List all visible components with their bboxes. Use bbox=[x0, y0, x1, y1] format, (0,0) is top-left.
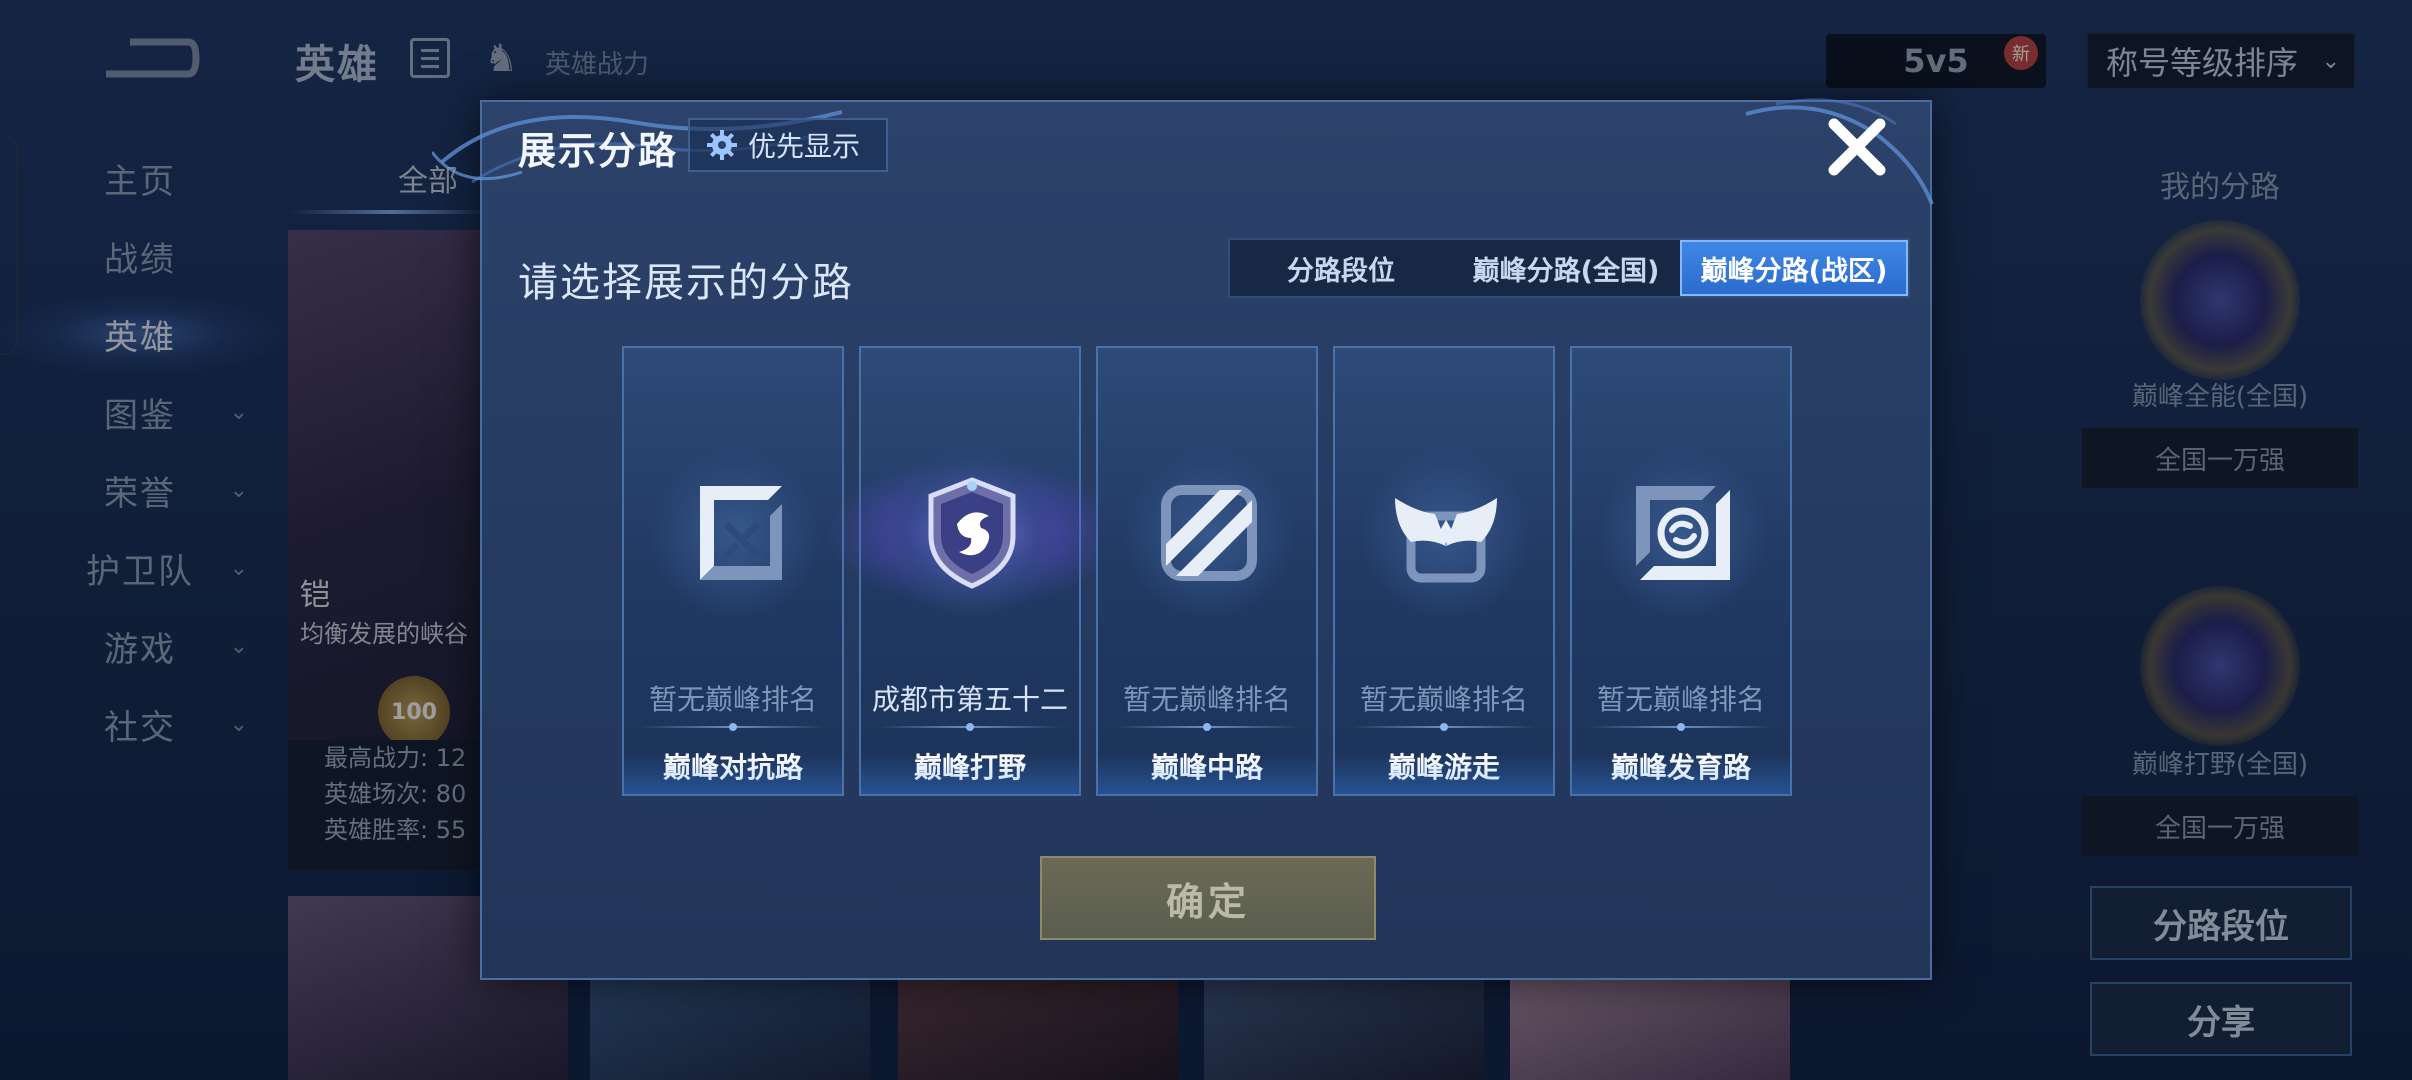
lane-name: 巅峰打野(全国) bbox=[2131, 750, 2309, 780]
tab-lane-rank[interactable]: 分路段位 bbox=[1230, 240, 1452, 296]
lane-card-jungle[interactable]: 成都市第五十二 巅峰打野 bbox=[825, 346, 1125, 796]
lane-list: 暂无巅峰排名 巅峰对抗路 成都市第五十二 巅峰打野 bbox=[622, 346, 1792, 796]
jungle-dragon-emblem bbox=[928, 477, 1016, 589]
emblem-backdrop bbox=[1598, 448, 1768, 618]
lane-card-clash[interactable]: 暂无巅峰排名 巅峰对抗路 bbox=[622, 346, 844, 796]
dialog-subtitle: 请选择展示的分路 bbox=[518, 260, 854, 306]
sidebar-item-guard[interactable]: 护卫队 ⌄ bbox=[0, 528, 280, 608]
chevron-down-icon: ⌄ bbox=[229, 555, 250, 581]
my-lanes-panel: 我的分路 巅峰全能(全国) 全国一万强 巅峰打野(全国) 全国一万强 分路段位 … bbox=[2080, 140, 2360, 1080]
lane-card-farm[interactable]: 暂无巅峰排名 巅峰发育路 bbox=[1570, 346, 1792, 796]
divider bbox=[877, 723, 1063, 731]
hero-stats: 最高战力: 12 英雄场次: 80 英雄胜率: 55 bbox=[288, 740, 488, 870]
close-button[interactable] bbox=[1824, 114, 1890, 180]
display-lane-dialog: 展示分路 优先显示 请选择展示的分路 分路段位 巅峰分路(全国) 巅峰分路(战区… bbox=[432, 98, 1934, 980]
chevron-down-icon: ⌄ bbox=[229, 399, 250, 425]
dialog-title: 展示分路 bbox=[518, 129, 679, 173]
sidebar-item-label: 图鉴 bbox=[104, 395, 176, 436]
jungle-emblem-icon bbox=[2140, 586, 2300, 746]
chevron-down-icon: ⌄ bbox=[229, 711, 250, 737]
card-glow bbox=[861, 754, 1079, 794]
tab-peak-lane-region[interactable]: 巅峰分路(战区) bbox=[1680, 240, 1908, 296]
sidebar-item-record[interactable]: 战绩 bbox=[0, 216, 280, 296]
lane-type-tabs: 分路段位 巅峰分路(全国) 巅峰分路(战区) bbox=[1228, 238, 1910, 298]
close-icon bbox=[1828, 118, 1886, 176]
hero-stat: 英雄胜率: 55 bbox=[324, 816, 467, 844]
clash-lane-icon bbox=[700, 486, 782, 580]
sidebar-item-label: 战绩 bbox=[104, 239, 176, 280]
share-button[interactable]: 分享 bbox=[2090, 982, 2352, 1056]
chevron-down-icon: ⌄ bbox=[229, 477, 250, 503]
lane-card-mid[interactable]: 暂无巅峰排名 巅峰中路 bbox=[1096, 346, 1318, 796]
card-glow bbox=[1572, 754, 1790, 794]
sidebar-item-games[interactable]: 游戏 ⌄ bbox=[0, 606, 280, 686]
emblem-backdrop bbox=[650, 448, 820, 618]
sidebar-item-label: 英雄 bbox=[104, 317, 176, 358]
sidebar-item-label: 游戏 bbox=[104, 629, 176, 670]
hero-stat: 英雄场次: 80 bbox=[324, 780, 467, 808]
sidebar-item-honor[interactable]: 荣誉 ⌄ bbox=[0, 450, 280, 530]
chevron-down-icon: ⌄ bbox=[2321, 48, 2340, 74]
back-button[interactable] bbox=[100, 28, 200, 88]
roam-wings-icon bbox=[1395, 498, 1497, 583]
lane-rank: 全国一万强 bbox=[2082, 428, 2358, 488]
lane-rank-text: 暂无巅峰排名 bbox=[1359, 683, 1528, 716]
sort-label: 称号等级排序 bbox=[2106, 44, 2299, 82]
priority-display-button[interactable]: 优先显示 bbox=[688, 118, 888, 172]
sidebar-item-label: 主页 bbox=[104, 161, 176, 202]
hero-power-link[interactable]: 英雄战力 bbox=[545, 44, 649, 81]
all-round-emblem-icon bbox=[2140, 220, 2300, 380]
sidebar-item-heroes[interactable]: 英雄 bbox=[0, 294, 280, 374]
gear-icon bbox=[707, 130, 737, 160]
lane-rank-text: 暂无巅峰排名 bbox=[648, 683, 817, 716]
tab-peak-lane-national[interactable]: 巅峰分路(全国) bbox=[1452, 240, 1680, 296]
sidebar: 主页 战绩 英雄 图鉴 ⌄ 荣誉 ⌄ 护卫队 ⌄ 游戏 ⌄ 社交 ⌄ bbox=[0, 120, 280, 1080]
lane-rank-text: 成都市第五十二 bbox=[871, 683, 1068, 716]
card-glow bbox=[1335, 754, 1553, 794]
lane-card-roam[interactable]: 暂无巅峰排名 巅峰游走 bbox=[1333, 346, 1555, 796]
divider bbox=[1588, 723, 1774, 731]
chevron-down-icon: ⌄ bbox=[229, 633, 250, 659]
sidebar-item-home[interactable]: 主页 bbox=[0, 138, 280, 218]
back-arrow-icon bbox=[106, 38, 200, 78]
card-glow bbox=[624, 754, 842, 794]
mid-lane-icon bbox=[1161, 485, 1257, 581]
sidebar-item-label: 护卫队 bbox=[86, 551, 194, 592]
hero-name: 铠 bbox=[300, 578, 330, 613]
sidebar-item-label: 社交 bbox=[104, 707, 176, 748]
hero-level-badge: 100 bbox=[378, 676, 450, 748]
lane-rank-text: 暂无巅峰排名 bbox=[1596, 683, 1765, 716]
dialog-header: 展示分路 优先显示 bbox=[432, 98, 1934, 205]
confirm-button[interactable]: 确定 bbox=[1040, 856, 1376, 940]
my-lanes-title: 我的分路 bbox=[2160, 170, 2280, 205]
lane-rank: 全国一万强 bbox=[2082, 796, 2358, 856]
lane-rank-button[interactable]: 分路段位 bbox=[2090, 886, 2352, 960]
card-glow bbox=[1098, 754, 1316, 794]
sort-dropdown[interactable]: 称号等级排序 ⌄ bbox=[2086, 32, 2356, 90]
list-icon[interactable] bbox=[410, 38, 450, 78]
emblem-backdrop bbox=[1124, 448, 1294, 618]
divider bbox=[1351, 723, 1537, 731]
hero-power-icon[interactable]: ♞ bbox=[484, 36, 518, 80]
hero-stat: 最高战力: 12 bbox=[324, 744, 467, 772]
sidebar-item-social[interactable]: 社交 ⌄ bbox=[0, 684, 280, 764]
farm-lane-icon bbox=[1636, 486, 1730, 580]
sidebar-item-label: 荣誉 bbox=[104, 473, 176, 514]
emblem-backdrop bbox=[887, 448, 1057, 618]
divider bbox=[640, 723, 826, 731]
lane-name: 巅峰全能(全国) bbox=[2131, 382, 2309, 412]
emblem-backdrop bbox=[1361, 448, 1531, 618]
new-badge: 新 bbox=[2004, 36, 2038, 70]
divider bbox=[1114, 723, 1300, 731]
priority-label: 优先显示 bbox=[748, 130, 861, 163]
sidebar-item-codex[interactable]: 图鉴 ⌄ bbox=[0, 372, 280, 452]
lane-rank-text: 暂无巅峰排名 bbox=[1122, 683, 1291, 716]
page-title: 英雄 bbox=[295, 42, 379, 88]
hero-desc: 均衡发展的峡谷 bbox=[300, 620, 468, 648]
